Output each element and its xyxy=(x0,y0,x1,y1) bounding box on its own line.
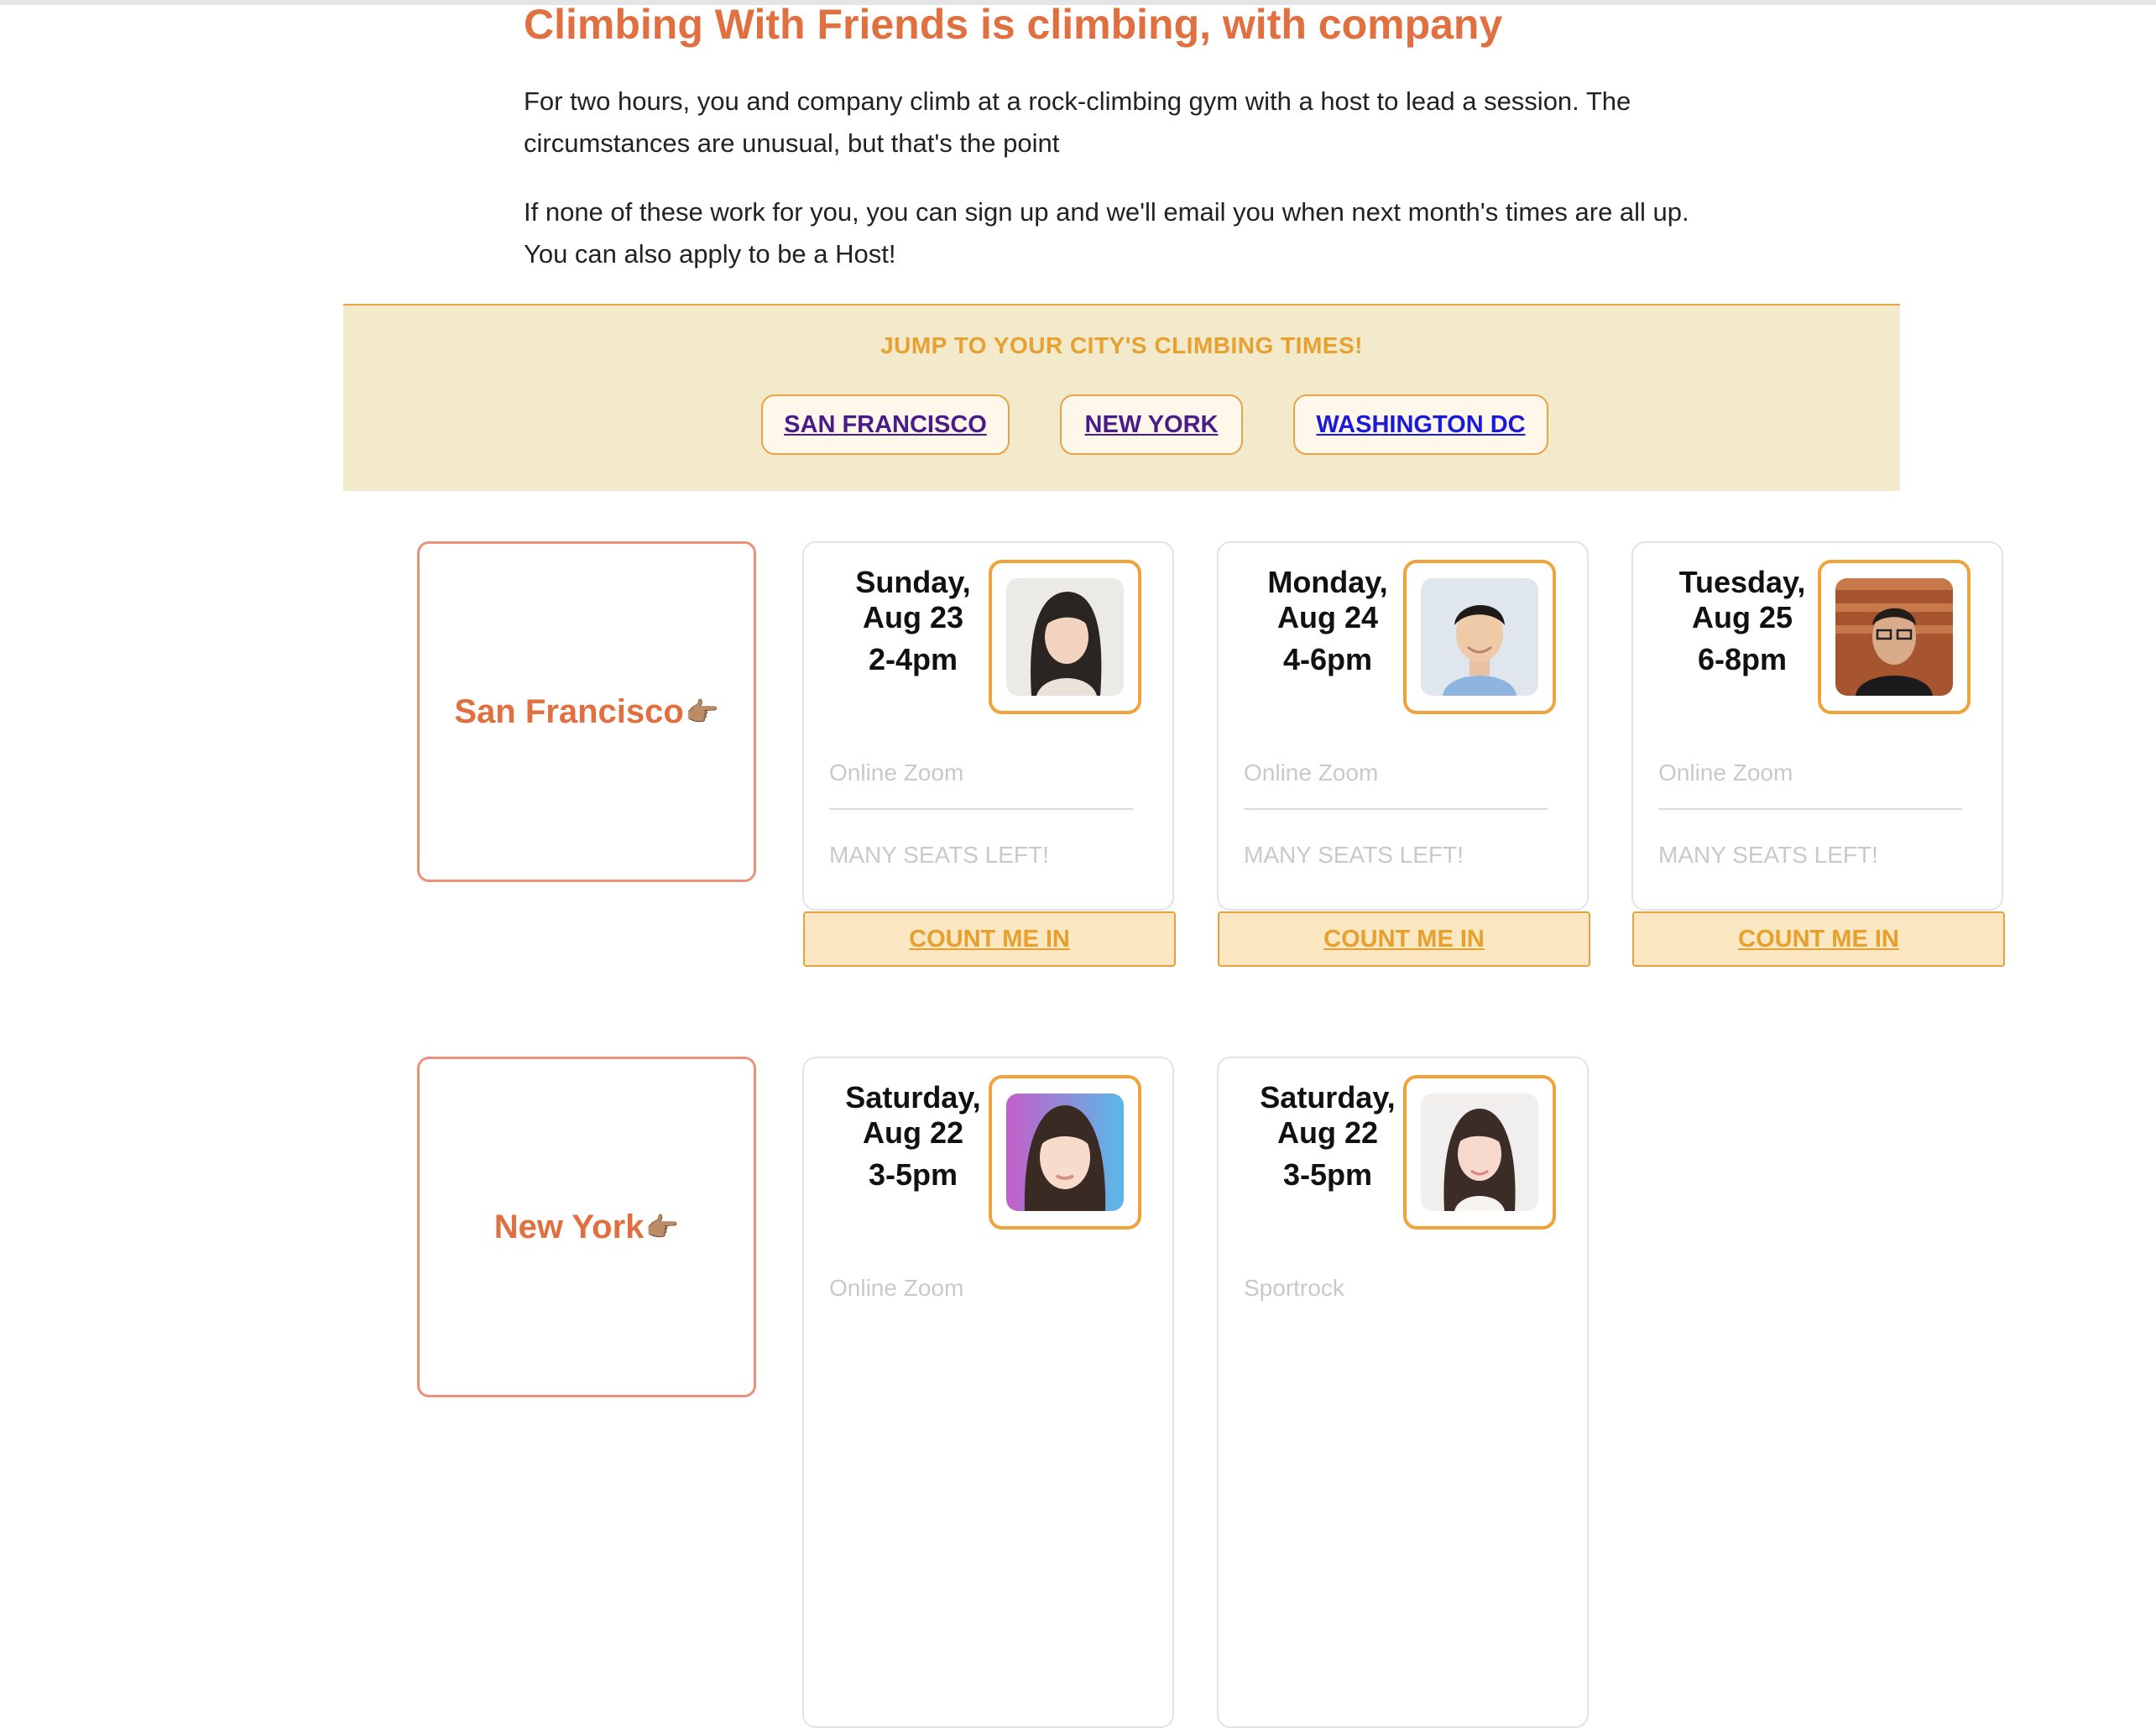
card-divider xyxy=(829,808,1133,810)
session-date: Aug 22 xyxy=(1276,1115,1379,1150)
session-card: Tuesday, Aug 25 6-8pm Online Zoom MANY S… xyxy=(1631,541,2003,911)
session-location: Online Zoom xyxy=(1658,760,1793,786)
signup-paragraph: If none of these work for you, you can s… xyxy=(524,197,1689,269)
host-photo-frame xyxy=(1403,560,1556,714)
session-day: Saturday, xyxy=(845,1080,981,1115)
session-location: Sportrock xyxy=(1244,1275,1344,1301)
count-me-in-button[interactable]: COUNT ME IN xyxy=(1218,911,1590,967)
session-day: Tuesday, xyxy=(1678,565,1806,599)
session-location: Online Zoom xyxy=(829,1275,964,1301)
session-datetime: Sunday, Aug 23 2-4pm xyxy=(821,565,1005,677)
session-location: Online Zoom xyxy=(1244,760,1379,786)
session-datetime: Saturday, Aug 22 3-5pm xyxy=(821,1080,1005,1193)
city-name: New York xyxy=(493,1208,645,1245)
host-avatar xyxy=(1006,1094,1124,1211)
card-divider xyxy=(1244,808,1548,810)
seats-status: MANY SEATS LEFT! xyxy=(1658,842,1878,868)
session-time: 6-8pm xyxy=(1697,642,1788,676)
session-card: Sunday, Aug 23 2-4pm Online Zoom MANY SE… xyxy=(802,541,1174,911)
host-photo-frame xyxy=(1818,560,1971,714)
city-name: San Francisco xyxy=(454,692,684,730)
page-headline: Climbing With Friends is climbing, with … xyxy=(524,1,1503,48)
jump-link-new-york[interactable]: NEW YORK xyxy=(1060,394,1243,455)
host-avatar xyxy=(1835,578,1953,696)
session-datetime: Monday, Aug 24 4-6pm xyxy=(1235,565,1420,677)
session-time: 4-6pm xyxy=(1282,642,1373,676)
city-card-san-francisco[interactable]: San Francisco 👉🏽 xyxy=(417,541,756,882)
session-card: Saturday, Aug 22 3-5pm Sportrock xyxy=(1217,1057,1589,1728)
session-card: Saturday, Aug 22 3-5pm Online Zoom xyxy=(802,1057,1174,1728)
session-datetime: Tuesday, Aug 25 6-8pm xyxy=(1650,565,1835,677)
count-me-in-button[interactable]: COUNT ME IN xyxy=(1632,911,2005,967)
city-jump-panel: JUMP TO YOUR CITY'S CLIMBING TIMES! SAN … xyxy=(343,304,1900,491)
jump-link-san-francisco[interactable]: SAN FRANCISCO xyxy=(761,394,1010,455)
session-date: Aug 23 xyxy=(862,600,964,634)
session-datetime: Saturday, Aug 22 3-5pm xyxy=(1235,1080,1420,1193)
session-date: Aug 24 xyxy=(1276,600,1379,634)
host-avatar xyxy=(1421,1094,1538,1211)
session-day: Saturday, xyxy=(1260,1080,1396,1115)
intro-paragraph: For two hours, you and company climb at … xyxy=(524,86,1631,158)
host-photo-frame xyxy=(1403,1075,1556,1229)
session-time: 2-4pm xyxy=(868,642,958,676)
host-photo-frame xyxy=(989,560,1141,714)
card-divider xyxy=(1658,808,1962,810)
pointing-hand-icon: 👉🏽 xyxy=(645,1212,680,1242)
city-card-new-york[interactable]: New York 👉🏽 xyxy=(417,1057,756,1397)
session-location: Online Zoom xyxy=(829,760,964,786)
pointing-hand-icon: 👉🏽 xyxy=(685,697,719,727)
session-time: 3-5pm xyxy=(1282,1157,1373,1192)
host-avatar xyxy=(1421,578,1538,696)
session-date: Aug 22 xyxy=(862,1115,964,1150)
session-card: Monday, Aug 24 4-6pm Online Zoom MANY SE… xyxy=(1217,541,1589,911)
session-day: Monday, xyxy=(1267,565,1388,599)
seats-status: MANY SEATS LEFT! xyxy=(1244,842,1464,868)
count-me-in-button[interactable]: COUNT ME IN xyxy=(803,911,1176,967)
jump-link-washington-dc[interactable]: WASHINGTON DC xyxy=(1293,394,1548,455)
host-avatar xyxy=(1006,578,1124,696)
jump-panel-title: JUMP TO YOUR CITY'S CLIMBING TIMES! xyxy=(880,332,1363,358)
session-time: 3-5pm xyxy=(868,1157,958,1192)
seats-status: MANY SEATS LEFT! xyxy=(829,842,1049,868)
session-date: Aug 25 xyxy=(1691,600,1793,634)
session-day: Sunday, xyxy=(855,565,971,599)
host-photo-frame xyxy=(989,1075,1141,1229)
intro-section: Climbing With Friends is climbing, with … xyxy=(524,0,1715,269)
